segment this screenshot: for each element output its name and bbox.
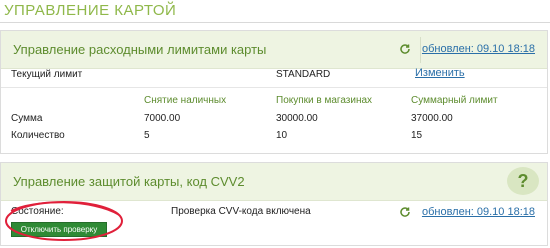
- cvv-updated-link[interactable]: обновлен: 09.10 18:18: [399, 206, 535, 218]
- cvv-panel-title: Управление защитой карты, код CVV2: [13, 174, 245, 189]
- change-limit-link[interactable]: Изменить: [415, 67, 465, 79]
- title-divider: [0, 22, 550, 23]
- cvv-state-label: Состояние:: [11, 206, 64, 217]
- refresh-icon[interactable]: [399, 43, 411, 55]
- limits-updated-link[interactable]: обновлен: 09.10 18:18: [399, 43, 535, 55]
- cvv-state-value: Проверка CVV-кода включена: [171, 206, 311, 217]
- count-total-value: 15: [411, 130, 423, 141]
- current-limit-value: STANDARD: [276, 69, 331, 80]
- cvv-panel-header: Управление защитой карты, код CVV2 ?: [1, 163, 547, 201]
- row-divider: [1, 87, 547, 88]
- column-header-shopping: Покупки в магазинах: [276, 95, 373, 106]
- limits-panel-header: Управление расходными лимитами карты обн…: [1, 31, 547, 69]
- count-shopping-value: 10: [276, 130, 288, 141]
- help-icon[interactable]: ?: [507, 167, 539, 195]
- limits-panel: Управление расходными лимитами карты обн…: [0, 30, 548, 154]
- amount-cash-value: 7000.00: [144, 113, 181, 124]
- limits-updated-text[interactable]: обновлен: 09.10 18:18: [422, 43, 535, 55]
- row-label-count: Количество: [11, 130, 65, 141]
- count-cash-value: 5: [144, 130, 150, 141]
- column-header-cash: Снятие наличных: [144, 95, 227, 106]
- refresh-icon[interactable]: [399, 206, 411, 218]
- page-title: УПРАВЛЕНИЕ КАРТОЙ: [4, 2, 177, 19]
- column-header-total: Суммарный лимит: [411, 95, 498, 106]
- row-label-amount: Сумма: [11, 113, 43, 124]
- amount-shopping-value: 30000.00: [276, 113, 318, 124]
- disable-check-button[interactable]: Отключить проверку: [11, 222, 107, 237]
- current-limit-label: Текущий лимит: [11, 69, 83, 80]
- limits-panel-title: Управление расходными лимитами карты: [13, 42, 267, 57]
- cvv-updated-text[interactable]: обновлен: 09.10 18:18: [422, 206, 535, 218]
- amount-total-value: 37000.00: [411, 113, 453, 124]
- cvv-panel: Управление защитой карты, код CVV2 ? Сос…: [0, 162, 548, 246]
